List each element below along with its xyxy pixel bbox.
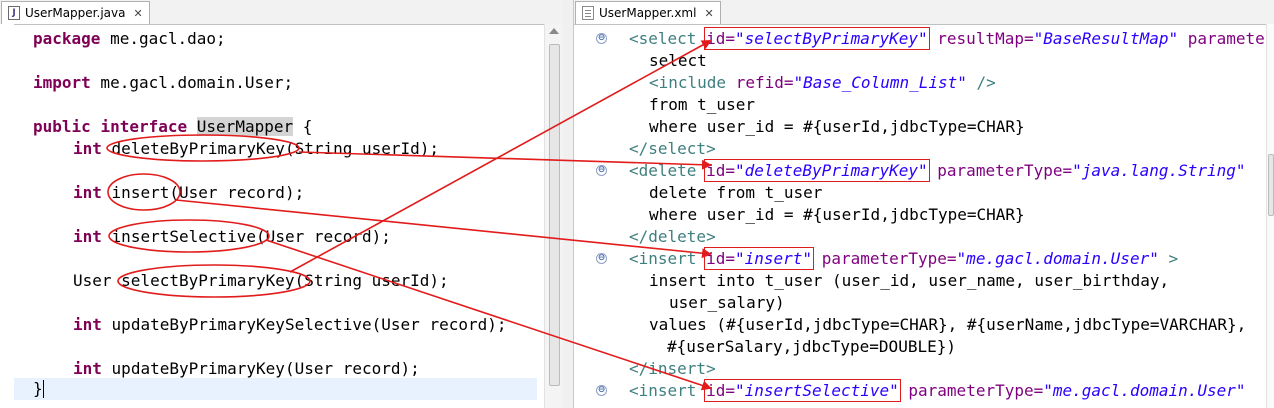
xml-vertical-scrollbar[interactable] xyxy=(1266,24,1274,408)
xml-line-delete-kw: delete from t_user xyxy=(649,183,823,202)
tab-usermapper-java[interactable]: J UserMapper.java ✕ xyxy=(1,1,150,24)
method-selectByPrimaryKey: selectByPrimaryKey xyxy=(121,271,295,290)
code-line-selectByPrimaryKey: User selectByPrimaryKey(String userId); xyxy=(73,271,449,290)
xml-line-values-cont: #{userSalary,jdbcType=DOUBLE}) xyxy=(667,337,956,356)
code-line-deleteByPrimaryKey: int deleteByPrimaryKey(String userId); xyxy=(73,139,440,158)
code-line-insert: int insert(User record); xyxy=(73,183,305,202)
java-editor-pane: J UserMapper.java ✕ package me.gacl.dao;… xyxy=(0,0,564,408)
id-annotation-box: id="selectByPrimaryKey" xyxy=(704,27,930,50)
xml-line-values: values (#{userId,jdbcType=CHAR}, #{userN… xyxy=(649,315,1247,334)
fold-toggle-icon[interactable]: ⊖ xyxy=(596,33,607,44)
java-file-icon: J xyxy=(8,6,20,20)
fold-toggle-icon[interactable]: ⊖ xyxy=(596,385,607,396)
editor-split-divider[interactable] xyxy=(563,0,573,408)
tab-title: UserMapper.xml xyxy=(599,6,697,20)
id-annotation-box: id="deleteByPrimaryKey" xyxy=(704,159,930,182)
xml-line-insert-close: </insert> xyxy=(629,359,716,378)
text-caret xyxy=(43,380,44,398)
xml-line-insertSelective-open: <insert id="insertSelective" parameterTy… xyxy=(629,379,1246,402)
xml-line-select-kw: select xyxy=(649,51,707,70)
method-deleteByPrimaryKey: deleteByPrimaryKey xyxy=(111,139,285,158)
xml-line-where: where user_id = #{userId,jdbcType=CHAR} xyxy=(649,205,1025,224)
current-line-highlight xyxy=(14,378,537,400)
code-line-import: import me.gacl.domain.User; xyxy=(33,73,294,92)
xml-line-insert-open: <insert id="insert" parameterType="me.ga… xyxy=(629,247,1179,270)
xml-tab-bar: UserMapper.xml ✕ xyxy=(574,0,1274,25)
code-line-updateByPrimaryKey: int updateByPrimaryKey(User record); xyxy=(73,359,420,378)
java-tab-bar: J UserMapper.java ✕ xyxy=(0,0,563,25)
scroll-thumb[interactable] xyxy=(1268,154,1274,216)
java-code-area[interactable]: package me.gacl.dao; import me.gacl.doma… xyxy=(0,24,563,408)
xml-line-select-open: <select id="selectByPrimaryKey" resultMa… xyxy=(629,27,1265,50)
scroll-thumb[interactable] xyxy=(549,44,560,386)
xml-file-icon xyxy=(582,6,594,20)
id-annotation-box: id="insert" xyxy=(704,247,815,270)
id-annotation-box: id="insertSelective" xyxy=(704,379,901,402)
xml-line-insert-into: insert into t_user (user_id, user_name, … xyxy=(649,271,1170,290)
method-insertSelective: insertSelective xyxy=(111,227,257,246)
xml-line-where: where user_id = #{userId,jdbcType=CHAR} xyxy=(649,117,1025,136)
scroll-up-arrow-icon[interactable] xyxy=(549,28,559,34)
code-line-closing-brace: } xyxy=(33,379,43,398)
code-line-package: package me.gacl.dao; xyxy=(33,29,226,48)
code-line-interface: public interface UserMapper { xyxy=(33,117,313,136)
method-insert: insert xyxy=(111,183,170,202)
xml-editor-pane: UserMapper.xml ✕ ⊖ ⊖ ⊖ ⊖ <select id="sel… xyxy=(573,0,1274,408)
fold-toggle-icon[interactable]: ⊖ xyxy=(596,253,607,264)
xml-line-select-close: </select> xyxy=(629,139,716,158)
xml-line-include: <include refid="Base_Column_List" /> xyxy=(649,73,996,92)
xml-code-area[interactable]: ⊖ ⊖ ⊖ ⊖ <select id="selectByPrimaryKey" … xyxy=(574,24,1274,408)
tab-title: UserMapper.java xyxy=(25,6,126,20)
xml-line-delete-close: </delete> xyxy=(629,227,716,246)
tab-usermapper-xml[interactable]: UserMapper.xml ✕ xyxy=(575,1,721,24)
interface-name: UserMapper xyxy=(196,117,294,136)
xml-line-delete-open: <delete id="deleteByPrimaryKey" paramete… xyxy=(629,159,1246,182)
code-line-updateByPrimaryKeySelective: int updateByPrimaryKeySelective(User rec… xyxy=(73,315,507,334)
xml-line-from: from t_user xyxy=(649,95,755,114)
code-line-insertSelective: int insertSelective(User record); xyxy=(73,227,391,246)
fold-toggle-icon[interactable]: ⊖ xyxy=(596,165,607,176)
java-vertical-scrollbar[interactable] xyxy=(544,24,563,408)
close-icon[interactable]: ✕ xyxy=(133,7,142,20)
xml-line-insert-cols: user_salary) xyxy=(669,293,785,312)
close-icon[interactable]: ✕ xyxy=(704,7,713,20)
